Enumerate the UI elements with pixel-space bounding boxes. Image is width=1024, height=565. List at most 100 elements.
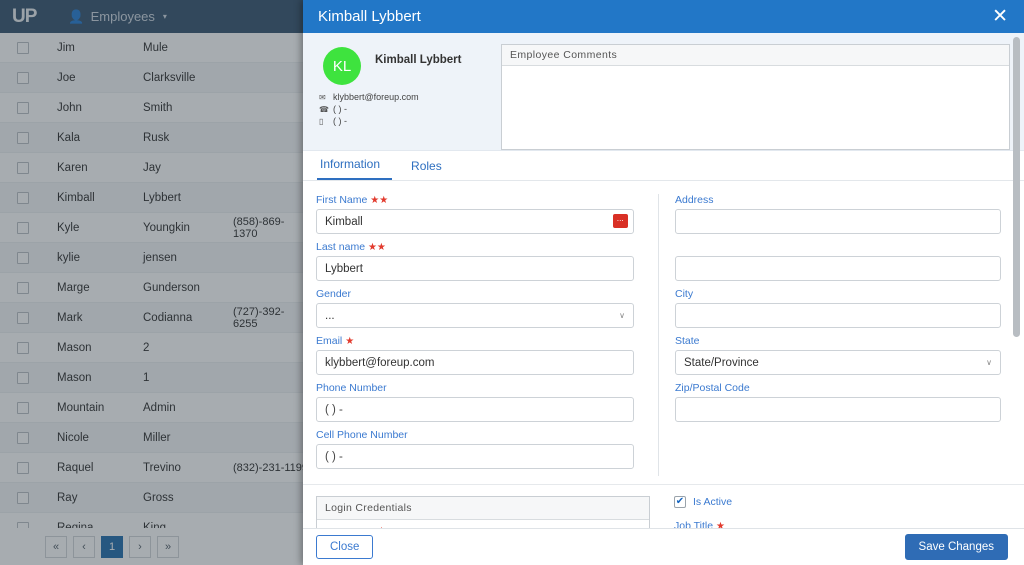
modal-scrollbar-thumb[interactable] xyxy=(1013,37,1020,337)
first-name-input[interactable]: Kimball ⋯ xyxy=(316,209,634,234)
city-input[interactable] xyxy=(675,303,1001,328)
cell-phone-input[interactable]: ( ) - xyxy=(316,444,634,469)
table-row[interactable]: Kimball Lybbert xyxy=(0,183,308,213)
tab-information[interactable]: Information xyxy=(317,157,393,180)
form-column-left: First Name ★★ Kimball ⋯ Last name ★★ Lyb… xyxy=(316,194,650,476)
address-line1-input[interactable] xyxy=(675,209,1001,234)
bottom-section: Login Credentials ★ ✔ Is Active Job Titl… xyxy=(303,484,1024,528)
login-credentials-header: Login Credentials xyxy=(317,497,649,520)
row-checkbox[interactable] xyxy=(17,341,29,354)
address-label: Address xyxy=(675,194,714,206)
table-row[interactable]: kylie jensen xyxy=(0,243,308,273)
page-prev-button[interactable]: ‹ xyxy=(73,535,95,558)
required-marker: ★★ xyxy=(370,195,389,206)
modal-body: KL Kimball Lybbert ✉ klybbert@foreup.com… xyxy=(303,33,1024,528)
employee-last-name: Codianna xyxy=(143,311,193,324)
row-checkbox[interactable] xyxy=(17,311,29,324)
password-manager-icon[interactable]: ⋯ xyxy=(613,214,628,228)
first-name-value: Kimball xyxy=(325,215,363,228)
row-checkbox[interactable] xyxy=(17,371,29,384)
chevron-down-icon: ▾ xyxy=(162,12,167,21)
employee-first-name: Joe xyxy=(57,71,76,84)
table-row[interactable]: Joe Clarksville xyxy=(0,63,308,93)
table-row[interactable]: Marge Gunderson xyxy=(0,273,308,303)
state-select[interactable]: State/Province ∨ xyxy=(675,350,1001,375)
email-input[interactable]: klybbert@foreup.com xyxy=(316,350,634,375)
phone-number-label: Phone Number xyxy=(316,382,387,394)
row-checkbox[interactable] xyxy=(17,251,29,264)
page-last-button[interactable]: » xyxy=(157,535,179,558)
zip-input[interactable] xyxy=(675,397,1001,422)
table-row[interactable]: Ray Gross xyxy=(0,483,308,513)
row-checkbox[interactable] xyxy=(17,161,29,174)
row-checkbox[interactable] xyxy=(17,41,29,54)
profile-phone: ☎ ( ) - xyxy=(319,104,347,114)
phone-number-input[interactable]: ( ) - xyxy=(316,397,634,422)
employee-last-name: Rusk xyxy=(143,131,170,144)
last-name-label: Last name ★★ xyxy=(316,241,386,253)
table-row[interactable]: Mark Codianna (727)-392-6255 xyxy=(0,303,308,333)
employee-last-name: Gunderson xyxy=(143,281,200,294)
table-row[interactable]: Nicole Miller xyxy=(0,423,308,453)
column-divider xyxy=(658,194,659,476)
address-line2-input[interactable] xyxy=(675,256,1001,281)
address-line2-label xyxy=(675,241,1001,253)
chevron-down-icon: ∨ xyxy=(986,358,992,367)
job-title-label: Job Title ★ xyxy=(674,520,732,528)
field-state: State State/Province ∨ xyxy=(675,335,1001,375)
row-checkbox[interactable] xyxy=(17,401,29,414)
page-next-button[interactable]: › xyxy=(129,535,151,558)
table-row[interactable]: Kala Rusk xyxy=(0,123,308,153)
employee-list[interactable]: Jim Mule Joe Clarksville John Smith Kala Rusk Ka… xyxy=(0,33,308,528)
gender-select[interactable]: ... ∨ xyxy=(316,303,634,328)
employee-comments-input[interactable] xyxy=(502,66,1009,149)
employee-first-name: Mason xyxy=(57,371,92,384)
last-name-input[interactable]: Lybbert xyxy=(316,256,634,281)
page-first-button[interactable]: « xyxy=(45,535,67,558)
first-name-label: First Name ★★ xyxy=(316,194,389,206)
table-row[interactable]: Karen Jay xyxy=(0,153,308,183)
close-button[interactable]: Close xyxy=(316,535,374,559)
row-checkbox[interactable] xyxy=(17,431,29,444)
row-checkbox[interactable] xyxy=(17,71,29,84)
tab-roles[interactable]: Roles xyxy=(408,159,454,180)
table-row[interactable]: Mountain Admin xyxy=(0,393,308,423)
close-icon[interactable]: ✕ xyxy=(992,7,1008,26)
row-checkbox[interactable] xyxy=(17,281,29,294)
modal-scrollbar[interactable] xyxy=(1013,37,1020,507)
row-checkbox[interactable] xyxy=(17,191,29,204)
pagination: « ‹ 1 › » xyxy=(0,528,308,565)
table-row[interactable]: Kyle Youngkin (858)-869-1370 xyxy=(0,213,308,243)
employee-phone: (832)-231-1199 xyxy=(233,461,308,474)
row-checkbox[interactable] xyxy=(17,221,29,234)
is-active-checkbox[interactable]: ✔ xyxy=(674,496,686,508)
employee-first-name: kylie xyxy=(57,251,81,264)
page-number-1[interactable]: 1 xyxy=(101,535,123,558)
row-checkbox[interactable] xyxy=(17,131,29,144)
field-address: Address xyxy=(675,194,1001,234)
table-row[interactable]: Raquel Trevino (832)-231-1199 xyxy=(0,453,308,483)
state-label: State xyxy=(675,335,700,347)
information-form: First Name ★★ Kimball ⋯ Last name ★★ Lyb… xyxy=(303,181,1024,476)
save-changes-button[interactable]: Save Changes xyxy=(904,534,1008,560)
table-row[interactable]: Regina King xyxy=(0,513,308,528)
employee-first-name: Jim xyxy=(57,41,75,54)
nav-item-employees[interactable]: 👤 Employees ▾ xyxy=(68,9,167,25)
row-checkbox[interactable] xyxy=(17,101,29,114)
is-active-row[interactable]: ✔ Is Active xyxy=(674,496,732,508)
table-row[interactable]: Mason 1 xyxy=(0,363,308,393)
table-row[interactable]: John Smith xyxy=(0,93,308,123)
table-row[interactable]: Mason 2 xyxy=(0,333,308,363)
employee-last-name: Smith xyxy=(143,101,173,114)
employee-first-name: Kyle xyxy=(57,221,80,234)
profile-strip: KL Kimball Lybbert ✉ klybbert@foreup.com… xyxy=(303,33,1024,151)
employee-phone: (858)-869-1370 xyxy=(233,215,285,240)
employee-first-name: Kimball xyxy=(57,191,95,204)
row-checkbox[interactable] xyxy=(17,461,29,474)
field-first-name: First Name ★★ Kimball ⋯ xyxy=(316,194,634,234)
row-checkbox[interactable] xyxy=(17,491,29,504)
profile-summary: KL Kimball Lybbert ✉ klybbert@foreup.com… xyxy=(317,42,487,140)
table-row[interactable]: Jim Mule xyxy=(0,33,308,63)
employee-first-name: John xyxy=(57,101,82,114)
app-logo[interactable]: UP xyxy=(12,7,37,26)
